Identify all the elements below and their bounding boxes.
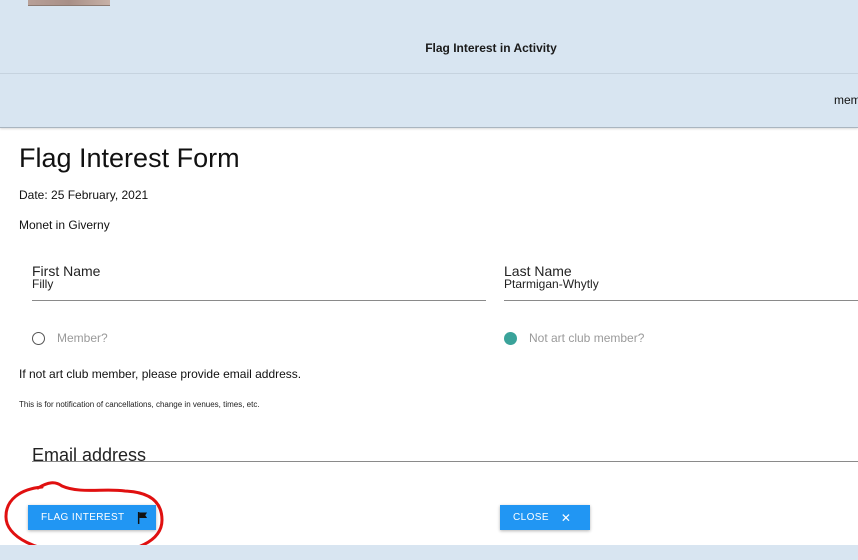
first-name-value[interactable]: Filly (32, 278, 486, 291)
activity-date: Date: 25 February, 2021 (19, 188, 149, 202)
member-radio-option[interactable]: Member? (32, 331, 108, 345)
page: Flag Interest in Activity mem Flag Inter… (0, 0, 858, 560)
flag-interest-label: FLAG INTEREST (41, 512, 125, 523)
member-radio[interactable] (32, 331, 45, 345)
email-field[interactable]: Email address (32, 445, 858, 465)
last-name-label: Last Name (504, 263, 572, 279)
flag-icon (137, 511, 147, 524)
email-instruction: If not art club member, please provide e… (19, 367, 302, 381)
email-purpose-note: This is for notification of cancellation… (19, 400, 260, 409)
activity-name: Monet in Giverny (19, 218, 110, 232)
close-label: CLOSE (513, 512, 549, 523)
flag-interest-button[interactable]: FLAG INTEREST (28, 505, 156, 530)
header-bar: Flag Interest in Activity mem (0, 0, 858, 128)
last-name-field[interactable]: Last Name Ptarmigan-Whytly (504, 264, 858, 301)
first-name-label: First Name (32, 263, 101, 279)
member-radio-label: Member? (57, 331, 108, 345)
email-label: Email address (32, 445, 147, 465)
non-member-radio-label: Not art club member? (529, 331, 645, 345)
close-button[interactable]: CLOSE ✕ (500, 505, 590, 530)
close-icon: ✕ (560, 510, 572, 525)
non-member-radio[interactable] (504, 331, 517, 345)
footer-strip (0, 545, 858, 560)
header-divider (0, 73, 858, 74)
non-member-radio-option[interactable]: Not art club member? (504, 331, 644, 345)
header-image (28, 0, 110, 6)
page-title: Flag Interest Form (19, 143, 240, 173)
last-name-value[interactable]: Ptarmigan-Whytly (504, 278, 858, 291)
header-nav-link[interactable]: mem (834, 93, 858, 107)
header-title: Flag Interest in Activity (425, 41, 557, 55)
first-name-field[interactable]: First Name Filly (32, 264, 486, 301)
